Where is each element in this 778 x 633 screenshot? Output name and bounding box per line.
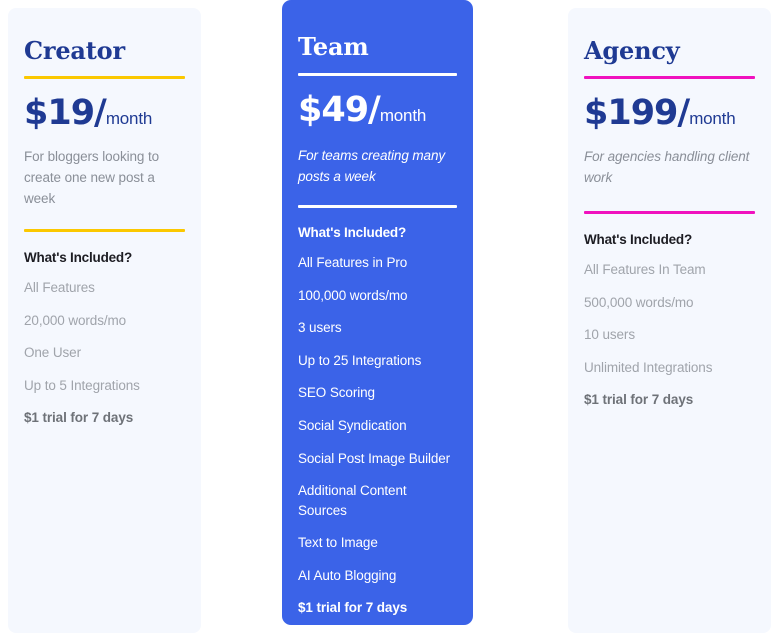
- price-amount: $199/: [584, 93, 690, 134]
- plan-name-agency: Agency: [584, 36, 680, 65]
- list-item: Additional Content Sources: [298, 483, 407, 518]
- included-title-agency: What's Included?: [584, 232, 693, 248]
- included-title-team: What's Included?: [298, 225, 407, 241]
- list-item: 100,000 words/mo: [298, 287, 408, 303]
- list-item: 3 users: [298, 320, 342, 336]
- pricing-card-agency[interactable]: Agency $199/month For agencies handling …: [568, 8, 771, 633]
- accent-divider-top: [298, 73, 457, 77]
- pricing-card-team[interactable]: Team $49/month For teams creating many p…: [282, 0, 473, 625]
- plan-description-agency: For agencies handling client work: [584, 149, 750, 186]
- trial-note: $1 trial for 7 days: [584, 392, 694, 408]
- plan-description-team: For teams creating many posts a week: [298, 148, 446, 185]
- list-item: SEO Scoring: [298, 385, 375, 401]
- accent-divider-bottom: [298, 205, 457, 209]
- list-item: AI Auto Blogging: [298, 567, 397, 583]
- list-item: 10 users: [584, 327, 635, 343]
- plan-name-creator: Creator: [24, 36, 125, 65]
- price-amount: $19/: [24, 93, 107, 134]
- trial-note: $1 trial for 7 days: [298, 600, 408, 616]
- feature-list-creator: All Features 20,000 words/mo One User Up…: [24, 278, 185, 428]
- list-item: All Features: [24, 280, 95, 296]
- list-item: All Features in Pro: [298, 255, 408, 271]
- list-item: Social Post Image Builder: [298, 450, 451, 466]
- list-item: Up to 5 Integrations: [24, 377, 140, 393]
- accent-divider-top: [24, 76, 185, 80]
- price-period: month: [105, 109, 153, 129]
- accent-divider-top: [584, 76, 755, 80]
- pricing-card-creator[interactable]: Creator $19/month For bloggers looking t…: [8, 8, 201, 633]
- trial-note: $1 trial for 7 days: [24, 410, 134, 426]
- price-creator: $19/month: [24, 93, 185, 133]
- plan-description-creator: For bloggers looking to create one new p…: [24, 149, 160, 207]
- pricing-table: Creator $19/month For bloggers looking t…: [0, 0, 778, 633]
- list-item: One User: [24, 345, 81, 361]
- plan-name-team: Team: [298, 32, 369, 61]
- list-item: Social Syndication: [298, 418, 407, 434]
- list-item: 20,000 words/mo: [24, 312, 127, 328]
- list-item: Text to Image: [298, 535, 378, 551]
- price-period: month: [379, 106, 427, 126]
- price-period: month: [689, 109, 736, 129]
- accent-divider-bottom: [584, 211, 755, 215]
- feature-list-team: All Features in Pro 100,000 words/mo 3 u…: [298, 253, 457, 618]
- list-item: 500,000 words/mo: [584, 294, 694, 310]
- feature-list-agency: All Features In Team 500,000 words/mo 10…: [584, 260, 755, 410]
- list-item: All Features In Team: [584, 262, 706, 278]
- list-item: Up to 25 Integrations: [298, 352, 422, 368]
- list-item: Unlimited Integrations: [584, 359, 713, 375]
- price-agency: $199/month: [584, 93, 755, 133]
- price-team: $49/month: [298, 90, 457, 130]
- price-amount: $49/: [298, 90, 381, 131]
- included-title-creator: What's Included?: [24, 250, 133, 266]
- accent-divider-bottom: [24, 229, 185, 233]
